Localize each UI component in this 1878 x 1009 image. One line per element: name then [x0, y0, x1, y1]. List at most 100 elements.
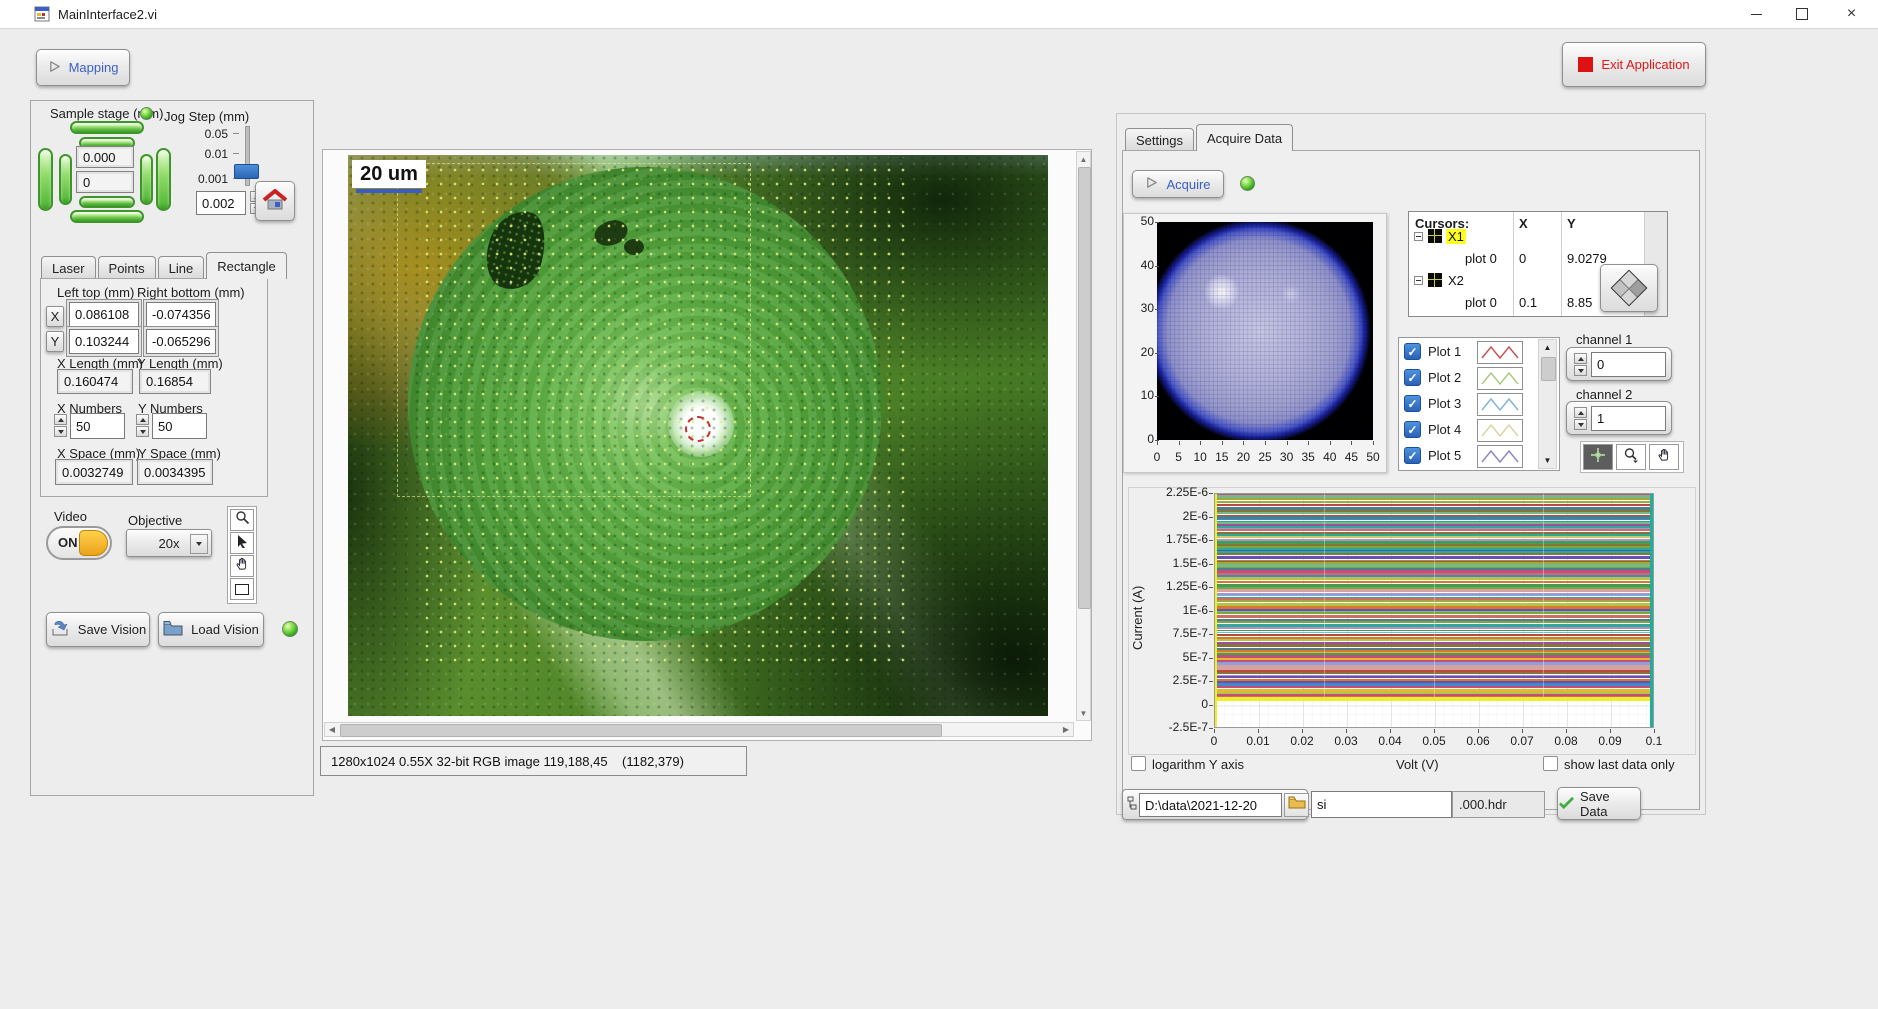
tab-line[interactable]: Line: [158, 256, 205, 279]
scroll-left-icon[interactable]: ◀: [325, 723, 339, 736]
right-bottom-y-input[interactable]: -0.065296: [146, 329, 216, 354]
load-vision-button[interactable]: Load Vision: [158, 612, 264, 647]
x-tick-label: 0.04: [1374, 734, 1406, 748]
cursor-plot-name[interactable]: plot 0: [1465, 295, 1497, 310]
tab-rectangle[interactable]: Rectangle: [206, 252, 287, 279]
cursor-name[interactable]: X1: [1446, 229, 1466, 244]
right-bottom-x-input[interactable]: -0.074356: [146, 302, 216, 327]
close-button[interactable]: ×: [1825, 0, 1878, 28]
acquire-status-led: [1240, 176, 1255, 191]
plot-line-sample[interactable]: [1477, 393, 1523, 416]
x-numbers-input[interactable]: 50: [70, 413, 125, 439]
cursor-x2-line[interactable]: [1650, 494, 1653, 727]
channel1-spinner[interactable]: [1574, 353, 1587, 376]
show-last-checkbox[interactable]: [1543, 756, 1558, 771]
browse-folder-button[interactable]: [1284, 793, 1309, 817]
x-tick-label: 35: [1299, 450, 1317, 464]
plot-checkbox[interactable]: ✓: [1404, 447, 1421, 464]
iv-graph-xlabel: Volt (V): [1396, 757, 1439, 772]
graph-zoom-button[interactable]: [1616, 444, 1646, 470]
roi-x-button[interactable]: X: [46, 306, 64, 327]
data-path-input[interactable]: D:\data\2021-12-20: [1139, 793, 1282, 817]
viewer-hscrollbar[interactable]: ◀ ▶: [324, 722, 1074, 737]
filename-input[interactable]: si: [1311, 791, 1452, 818]
mapping-button[interactable]: Mapping: [36, 49, 130, 86]
spin-down-icon: [54, 426, 67, 437]
toggle-knob: [79, 530, 108, 556]
legend-scrollbar[interactable]: ▲ ▼: [1538, 339, 1557, 469]
cursor-target-circle[interactable]: [685, 416, 711, 442]
plot-checkbox[interactable]: ✓: [1404, 369, 1421, 386]
microscope-image[interactable]: 20 um: [348, 155, 1048, 716]
save-data-button[interactable]: Save Data: [1557, 787, 1641, 820]
plot-line-sample[interactable]: [1477, 367, 1523, 390]
video-on-label: ON: [58, 535, 78, 550]
jog-slider-handle[interactable]: [234, 164, 259, 179]
y-tick-mark: [1155, 309, 1159, 310]
plot-checkbox[interactable]: ✓: [1404, 421, 1421, 438]
cursor-plot-name[interactable]: plot 0: [1465, 251, 1497, 266]
minimize-button[interactable]: [1733, 0, 1779, 28]
x-numbers-spinner[interactable]: [54, 414, 67, 437]
cursor-x1-line[interactable]: [1215, 494, 1217, 727]
scroll-up-icon[interactable]: ▲: [1077, 152, 1090, 166]
roi-y-button[interactable]: Y: [46, 331, 64, 352]
jog-left-outer-button[interactable]: [38, 148, 53, 211]
dropdown-button[interactable]: [190, 534, 208, 554]
left-top-y-input[interactable]: 0.103244: [69, 329, 139, 354]
tree-expand-icon[interactable]: [1414, 276, 1423, 285]
exit-application-button[interactable]: Exit Application: [1562, 42, 1706, 87]
plot-line-sample[interactable]: [1477, 419, 1523, 442]
plot-checkbox[interactable]: ✓: [1404, 395, 1421, 412]
graph-pan-button[interactable]: [1649, 444, 1679, 470]
iv-graph-plot[interactable]: [1214, 493, 1654, 728]
cursor-name[interactable]: X2: [1446, 273, 1466, 288]
plot-line-sample[interactable]: [1477, 341, 1523, 364]
rectangle-tool-button[interactable]: [230, 578, 254, 600]
jog-up-outer-button[interactable]: [70, 121, 144, 134]
jog-step-input[interactable]: 0.002: [196, 191, 246, 215]
objective-dropdown[interactable]: 20x: [126, 529, 212, 557]
jog-down-outer-button[interactable]: [70, 210, 144, 223]
zoom-tool-button[interactable]: [230, 509, 254, 531]
scroll-up-icon[interactable]: ▲: [1539, 340, 1556, 355]
scroll-down-icon[interactable]: ▼: [1539, 453, 1556, 468]
left-top-x-input[interactable]: 0.086108: [69, 302, 139, 327]
plot-checkbox[interactable]: ✓: [1404, 343, 1421, 360]
tab-laser[interactable]: Laser: [41, 256, 96, 279]
tab-settings[interactable]: Settings: [1125, 128, 1194, 151]
jog-left-inner-button[interactable]: [59, 154, 72, 205]
tab-acquire-data[interactable]: Acquire Data: [1196, 124, 1293, 151]
video-toggle[interactable]: ON: [46, 526, 112, 560]
cursor-tool-button[interactable]: [230, 532, 254, 554]
path-glyph-icon: [1127, 796, 1137, 816]
jog-down-inner-button[interactable]: [79, 196, 135, 208]
channel1-input[interactable]: 0: [1591, 352, 1666, 377]
save-vision-button[interactable]: Save Vision: [46, 612, 150, 647]
intensity-map-plot[interactable]: [1157, 222, 1373, 440]
home-button[interactable]: [255, 181, 295, 221]
acquire-button[interactable]: Acquire: [1132, 170, 1224, 198]
y-tick-mark: [1155, 353, 1159, 354]
scroll-right-icon[interactable]: ▶: [1059, 723, 1073, 736]
channel2-input[interactable]: 1: [1591, 406, 1666, 431]
x-tick-mark: [1243, 441, 1244, 445]
pan-tool-button[interactable]: [230, 555, 254, 577]
scroll-down-icon[interactable]: ▼: [1077, 706, 1090, 720]
y-numbers-spinner[interactable]: [136, 414, 149, 437]
channel2-spinner[interactable]: [1574, 407, 1587, 430]
cursor-move-button[interactable]: [1600, 264, 1658, 312]
tree-expand-icon[interactable]: [1414, 232, 1423, 241]
y-numbers-input[interactable]: 50: [152, 413, 207, 439]
graph-cursor-button[interactable]: [1583, 444, 1613, 470]
plot-line-sample[interactable]: [1477, 445, 1523, 468]
x-tick-mark: [1522, 729, 1523, 733]
jog-right-inner-button[interactable]: [140, 154, 153, 205]
x-tick-mark: [1434, 729, 1435, 733]
roi-rectangle-overlay[interactable]: [397, 163, 751, 497]
jog-right-outer-button[interactable]: [156, 148, 171, 211]
tab-points[interactable]: Points: [98, 256, 156, 279]
viewer-vscrollbar[interactable]: ▲ ▼: [1076, 151, 1091, 721]
log-y-checkbox[interactable]: [1131, 756, 1146, 771]
maximize-button[interactable]: [1779, 0, 1825, 28]
